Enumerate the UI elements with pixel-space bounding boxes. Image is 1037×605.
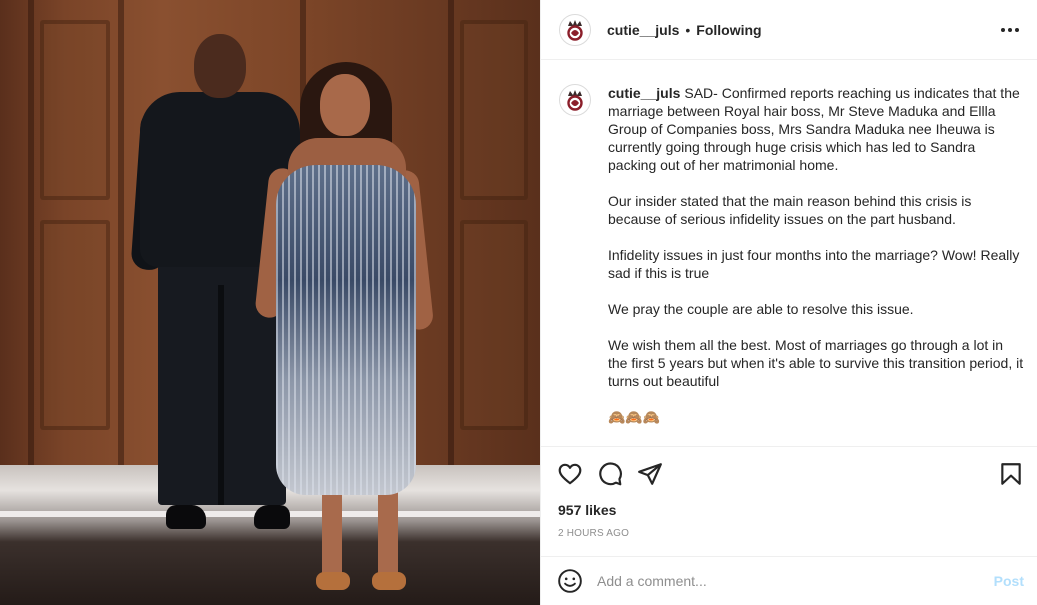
door-groove: [118, 0, 124, 465]
avatar[interactable]: [559, 13, 591, 46]
woman-leg: [378, 480, 398, 580]
comment-input[interactable]: [597, 573, 994, 589]
post-timestamp[interactable]: 2 HOURS AGO: [558, 528, 629, 539]
post-comment-button[interactable]: Post: [994, 573, 1024, 589]
door-panel: [460, 220, 528, 430]
caption-paragraph: We pray the couple are able to resolve t…: [608, 301, 914, 317]
comment-bar: Post: [541, 556, 1037, 605]
door-panel: [460, 20, 528, 200]
caption-area: cutie__juls SAD- Confirmed reports reachi…: [541, 60, 1037, 446]
door-panel: [40, 220, 110, 430]
following-button[interactable]: Following: [696, 22, 761, 38]
door-groove: [448, 0, 454, 465]
crown-logo: [567, 90, 583, 111]
post-panel: cutie__juls • Following cutie__juls SAD- …: [540, 0, 1037, 605]
more-options-icon[interactable]: [998, 18, 1022, 42]
man-shoe: [166, 505, 206, 529]
caption-avatar[interactable]: [559, 84, 591, 116]
caption-paragraph: cutie__juls SAD- Confirmed reports reachi…: [608, 84, 1024, 174]
caption-paragraph: We wish them all the best. Most of marri…: [608, 337, 1027, 389]
door-groove: [28, 0, 34, 465]
caption-text: cutie__juls SAD- Confirmed reports reachi…: [608, 84, 1024, 446]
comment-icon[interactable]: [597, 461, 623, 487]
post-username[interactable]: cutie__juls: [607, 22, 679, 38]
woman-dress: [276, 165, 416, 495]
emoji-icon[interactable]: [557, 568, 583, 594]
post-header: cutie__juls • Following: [541, 0, 1037, 60]
crown-logo: [567, 19, 583, 41]
separator-dot: •: [685, 21, 691, 38]
post-image[interactable]: [0, 0, 540, 605]
woman-face: [320, 74, 370, 136]
share-icon[interactable]: [637, 461, 663, 487]
heart-icon[interactable]: [557, 461, 583, 487]
bookmark-icon[interactable]: [998, 461, 1024, 487]
caption-username[interactable]: cutie__juls: [608, 85, 680, 101]
door-panel: [40, 20, 110, 200]
caption-paragraph: Infidelity issues in just four months in…: [608, 247, 1024, 281]
woman-heel: [372, 572, 406, 590]
woman-heel: [316, 572, 350, 590]
caption-emoji: 🙈🙈🙈: [608, 409, 661, 425]
man-head: [194, 34, 246, 98]
man-shoe: [254, 505, 290, 529]
actions-block: 957 likes 2 HOURS AGO: [541, 446, 1037, 556]
woman-leg: [322, 480, 342, 580]
likes-count[interactable]: 957 likes: [558, 502, 616, 518]
action-bar: [557, 461, 1022, 487]
caption-paragraph: Our insider stated that the main reason …: [608, 193, 976, 227]
